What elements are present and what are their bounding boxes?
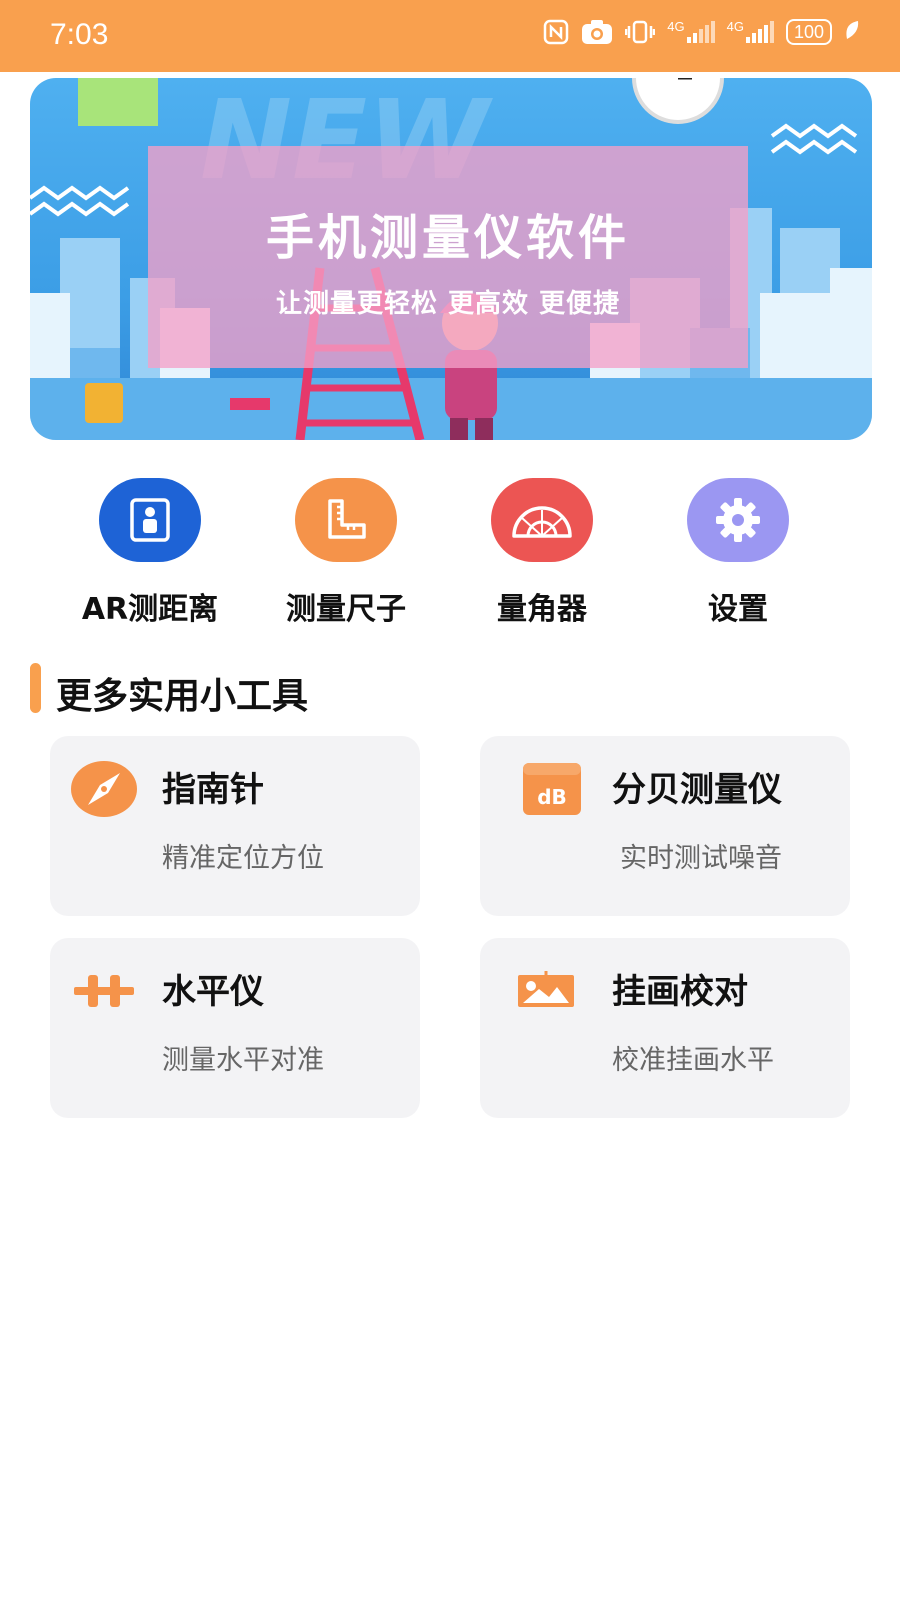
status-bar: 7:03 4G 4G 100 — [0, 0, 900, 72]
clock-icon — [632, 78, 724, 124]
network-type-1: 4G — [667, 18, 685, 34]
compass-icon — [68, 754, 140, 824]
quick-tool-label: 设置 — [708, 592, 768, 627]
tool-card-title: 分贝测量仪 — [612, 770, 782, 810]
network-type-2: 4G — [726, 18, 744, 34]
quick-tool-label: 量角器 — [497, 592, 587, 627]
vibrate-icon — [625, 18, 656, 46]
signal-1-icon: 4G — [667, 18, 715, 46]
banner-title: 手机测量仪软件 — [265, 210, 630, 266]
quick-tool-label: 测量尺子 — [286, 592, 406, 627]
tool-card-compass[interactable]: 指南针 精准定位方位 — [50, 736, 420, 916]
protractor-icon — [491, 478, 593, 562]
section-accent-bar — [30, 663, 41, 713]
tool-card-subtitle: 精准定位方位 — [162, 843, 324, 874]
tool-card-level[interactable]: 水平仪 测量水平对准 — [50, 938, 420, 1118]
power-saving-icon — [844, 19, 860, 46]
decibel-icon: dB — [516, 754, 588, 824]
tool-card-title: 指南针 — [162, 770, 264, 810]
quick-tool-ar-distance[interactable]: AR测距离 — [50, 478, 250, 628]
camera-icon — [581, 18, 613, 46]
tool-card-decibel[interactable]: dB 分贝测量仪 实时测试噪音 — [480, 736, 850, 916]
quick-tool-label: AR测距离 — [81, 592, 219, 627]
picture-frame-icon — [510, 956, 582, 1026]
gear-icon — [687, 478, 789, 562]
ar-ruler-icon — [99, 478, 201, 562]
status-time: 7:03 — [50, 18, 109, 51]
tool-card-title: 挂画校对 — [612, 972, 748, 1012]
quick-tool-protractor[interactable]: 量角器 — [442, 478, 642, 628]
status-icons: 4G 4G 100 — [543, 18, 860, 46]
banner-subtitle: 让测量更轻松 更高效 更便捷 — [275, 289, 621, 319]
battery-indicator: 100 — [785, 19, 832, 45]
level-icon — [68, 956, 140, 1026]
square-ruler-icon — [295, 478, 397, 562]
nfc-icon — [543, 18, 569, 46]
tool-card-picture-align[interactable]: 挂画校对 校准挂画水平 — [480, 938, 850, 1118]
signal-2-icon: 4G — [727, 18, 774, 46]
decibel-icon-text: dB — [537, 785, 567, 809]
tool-card-subtitle: 测量水平对准 — [162, 1045, 324, 1076]
quick-tool-ruler[interactable]: 测量尺子 — [246, 478, 446, 628]
tool-card-title: 水平仪 — [162, 972, 264, 1012]
tool-card-subtitle: 实时测试噪音 — [620, 843, 782, 874]
promo-banner[interactable]: NEW 手机测量仪软件 让测量更轻松 更高效 更便捷 — [30, 78, 872, 440]
quick-tool-settings[interactable]: 设置 — [638, 478, 838, 628]
section-title: 更多实用小工具 — [56, 676, 309, 717]
tool-card-subtitle: 校准挂画水平 — [612, 1045, 774, 1076]
